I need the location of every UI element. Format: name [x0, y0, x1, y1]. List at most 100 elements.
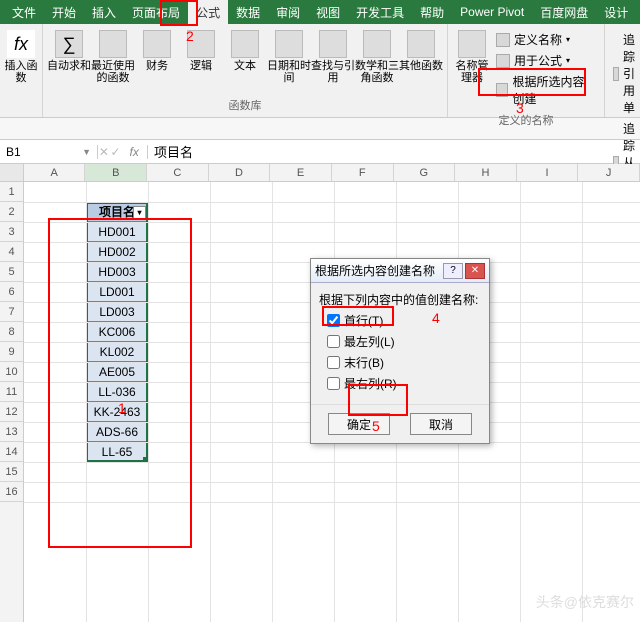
row-header[interactable]: 3: [0, 222, 23, 242]
arrow-icon: [613, 67, 619, 81]
tab-formulas[interactable]: 公式: [188, 0, 228, 25]
dialog-title: 根据所选内容创建名称: [315, 262, 435, 279]
ribbon-tabs: 文件 开始 插入 页面布局 公式 数据 审阅 视图 开发工具 帮助 Power …: [0, 0, 640, 24]
name-manager-button[interactable]: 名称管理器: [452, 26, 492, 112]
star-icon: [99, 30, 127, 58]
name-box-input[interactable]: [6, 145, 76, 159]
fx-icon: fx: [7, 30, 35, 58]
tab-powerpivot[interactable]: Power Pivot: [452, 1, 532, 23]
annotation-label: 2: [186, 28, 194, 44]
cancel-button[interactable]: 取消: [410, 413, 472, 435]
tab-file[interactable]: 文件: [4, 0, 44, 25]
col-header[interactable]: H: [455, 164, 517, 181]
tab-help[interactable]: 帮助: [412, 0, 452, 25]
text-icon: [231, 30, 259, 58]
tab-insert[interactable]: 插入: [84, 0, 124, 25]
tab-pagelayout[interactable]: 页面布局: [124, 0, 188, 25]
checkbox-input[interactable]: [327, 377, 340, 390]
more-icon: [407, 30, 435, 58]
tab-review[interactable]: 审阅: [268, 0, 308, 25]
row-header[interactable]: 16: [0, 482, 23, 502]
row-header[interactable]: 2: [0, 202, 23, 222]
col-header[interactable]: J: [578, 164, 640, 181]
row-header[interactable]: 8: [0, 322, 23, 342]
define-name-button[interactable]: 定义名称▾: [494, 30, 598, 49]
recent-functions-button[interactable]: 最近使用的函数: [91, 26, 135, 84]
lookup-icon: [319, 30, 347, 58]
row-header[interactable]: 11: [0, 382, 23, 402]
datetime-button[interactable]: 日期和时间: [267, 26, 311, 84]
formula-bar: ▼ ✕ ✓ fx 项目名: [0, 140, 640, 164]
checkbox-input[interactable]: [327, 335, 340, 348]
col-header[interactable]: D: [209, 164, 271, 181]
annotation-label: 4: [432, 310, 440, 326]
checkbox-left-col[interactable]: 最左列(L): [327, 333, 481, 350]
group-label-fnlib: 函数库: [229, 97, 262, 115]
ok-button[interactable]: 确定: [328, 413, 390, 435]
col-header[interactable]: G: [394, 164, 456, 181]
watermark: 头条@依克赛尔: [536, 592, 634, 612]
mathtrig-button[interactable]: 数学和三角函数: [355, 26, 399, 84]
row-header[interactable]: 7: [0, 302, 23, 322]
financial-icon: [143, 30, 171, 58]
col-header[interactable]: A: [24, 164, 86, 181]
row-header[interactable]: 12: [0, 402, 23, 422]
col-header[interactable]: B: [85, 164, 147, 181]
row-header[interactable]: 14: [0, 442, 23, 462]
tab-home[interactable]: 开始: [44, 0, 84, 25]
text-button[interactable]: 文本: [223, 26, 267, 84]
row-header[interactable]: 15: [0, 462, 23, 482]
autosum-button[interactable]: ∑自动求和: [47, 26, 91, 84]
annotation-label: 5: [372, 418, 380, 434]
annotation-label: 3: [516, 100, 524, 116]
checkbox-input[interactable]: [327, 356, 340, 369]
checkbox-right-col[interactable]: 最右列(R): [327, 375, 481, 392]
checkbox-input[interactable]: [327, 314, 340, 327]
insert-function-button[interactable]: fx插入函数: [4, 26, 38, 84]
checkbox-bottom-row[interactable]: 末行(B): [327, 354, 481, 371]
morefn-button[interactable]: 其他函数: [399, 26, 443, 84]
lookup-button[interactable]: 查找与引用: [311, 26, 355, 84]
sigma-icon: ∑: [55, 30, 83, 58]
dialog-close-button[interactable]: ✕: [465, 263, 485, 279]
checkbox-top-row[interactable]: 首行(T): [327, 312, 481, 329]
tab-data[interactable]: 数据: [228, 0, 268, 25]
row-header[interactable]: 4: [0, 242, 23, 262]
name-box[interactable]: ▼: [0, 145, 98, 159]
dialog-prompt: 根据下列内容中的值创建名称:: [319, 291, 481, 308]
col-header[interactable]: I: [517, 164, 579, 181]
row-header[interactable]: 10: [0, 362, 23, 382]
tab-view[interactable]: 视图: [308, 0, 348, 25]
row-header[interactable]: 6: [0, 282, 23, 302]
tab-baidu[interactable]: 百度网盘: [532, 0, 596, 25]
dialog-titlebar[interactable]: 根据所选内容创建名称 ? ✕: [311, 259, 489, 283]
use-in-formula-button[interactable]: 用于公式▾: [494, 51, 598, 70]
row-header[interactable]: 5: [0, 262, 23, 282]
name-manager-icon: [458, 30, 486, 58]
ribbon: fx插入函数 ∑自动求和 最近使用的函数 财务 逻辑 文本 日期和时间 查找与引…: [0, 24, 640, 118]
financial-button[interactable]: 财务: [135, 26, 179, 84]
tab-design[interactable]: 设计: [596, 0, 636, 25]
row-header[interactable]: 1: [0, 182, 23, 202]
group-label-definednames: 定义的名称: [499, 112, 554, 130]
enter-icon[interactable]: ✓: [111, 145, 121, 159]
create-names-dialog: 根据所选内容创建名称 ? ✕ 根据下列内容中的值创建名称: 首行(T) 最左列(…: [310, 258, 490, 444]
fx-icon[interactable]: fx: [122, 145, 146, 159]
row-header[interactable]: 13: [0, 422, 23, 442]
create-from-selection-button[interactable]: 根据所选内容创建: [494, 72, 598, 108]
formula-input[interactable]: 项目名: [148, 142, 640, 161]
col-header[interactable]: C: [147, 164, 209, 181]
datetime-icon: [275, 30, 303, 58]
tab-developer[interactable]: 开发工具: [348, 0, 412, 25]
math-icon: [363, 30, 391, 58]
grid-icon: [496, 83, 508, 97]
fx-small-icon: [496, 54, 510, 68]
tag-icon: [496, 33, 510, 47]
dialog-help-button[interactable]: ?: [443, 263, 463, 279]
cancel-icon[interactable]: ✕: [99, 145, 109, 159]
col-header[interactable]: F: [332, 164, 394, 181]
select-all-corner[interactable]: [0, 164, 24, 181]
col-header[interactable]: E: [270, 164, 332, 181]
trace-precedents-button[interactable]: 追踪引用单: [611, 30, 640, 117]
row-header[interactable]: 9: [0, 342, 23, 362]
